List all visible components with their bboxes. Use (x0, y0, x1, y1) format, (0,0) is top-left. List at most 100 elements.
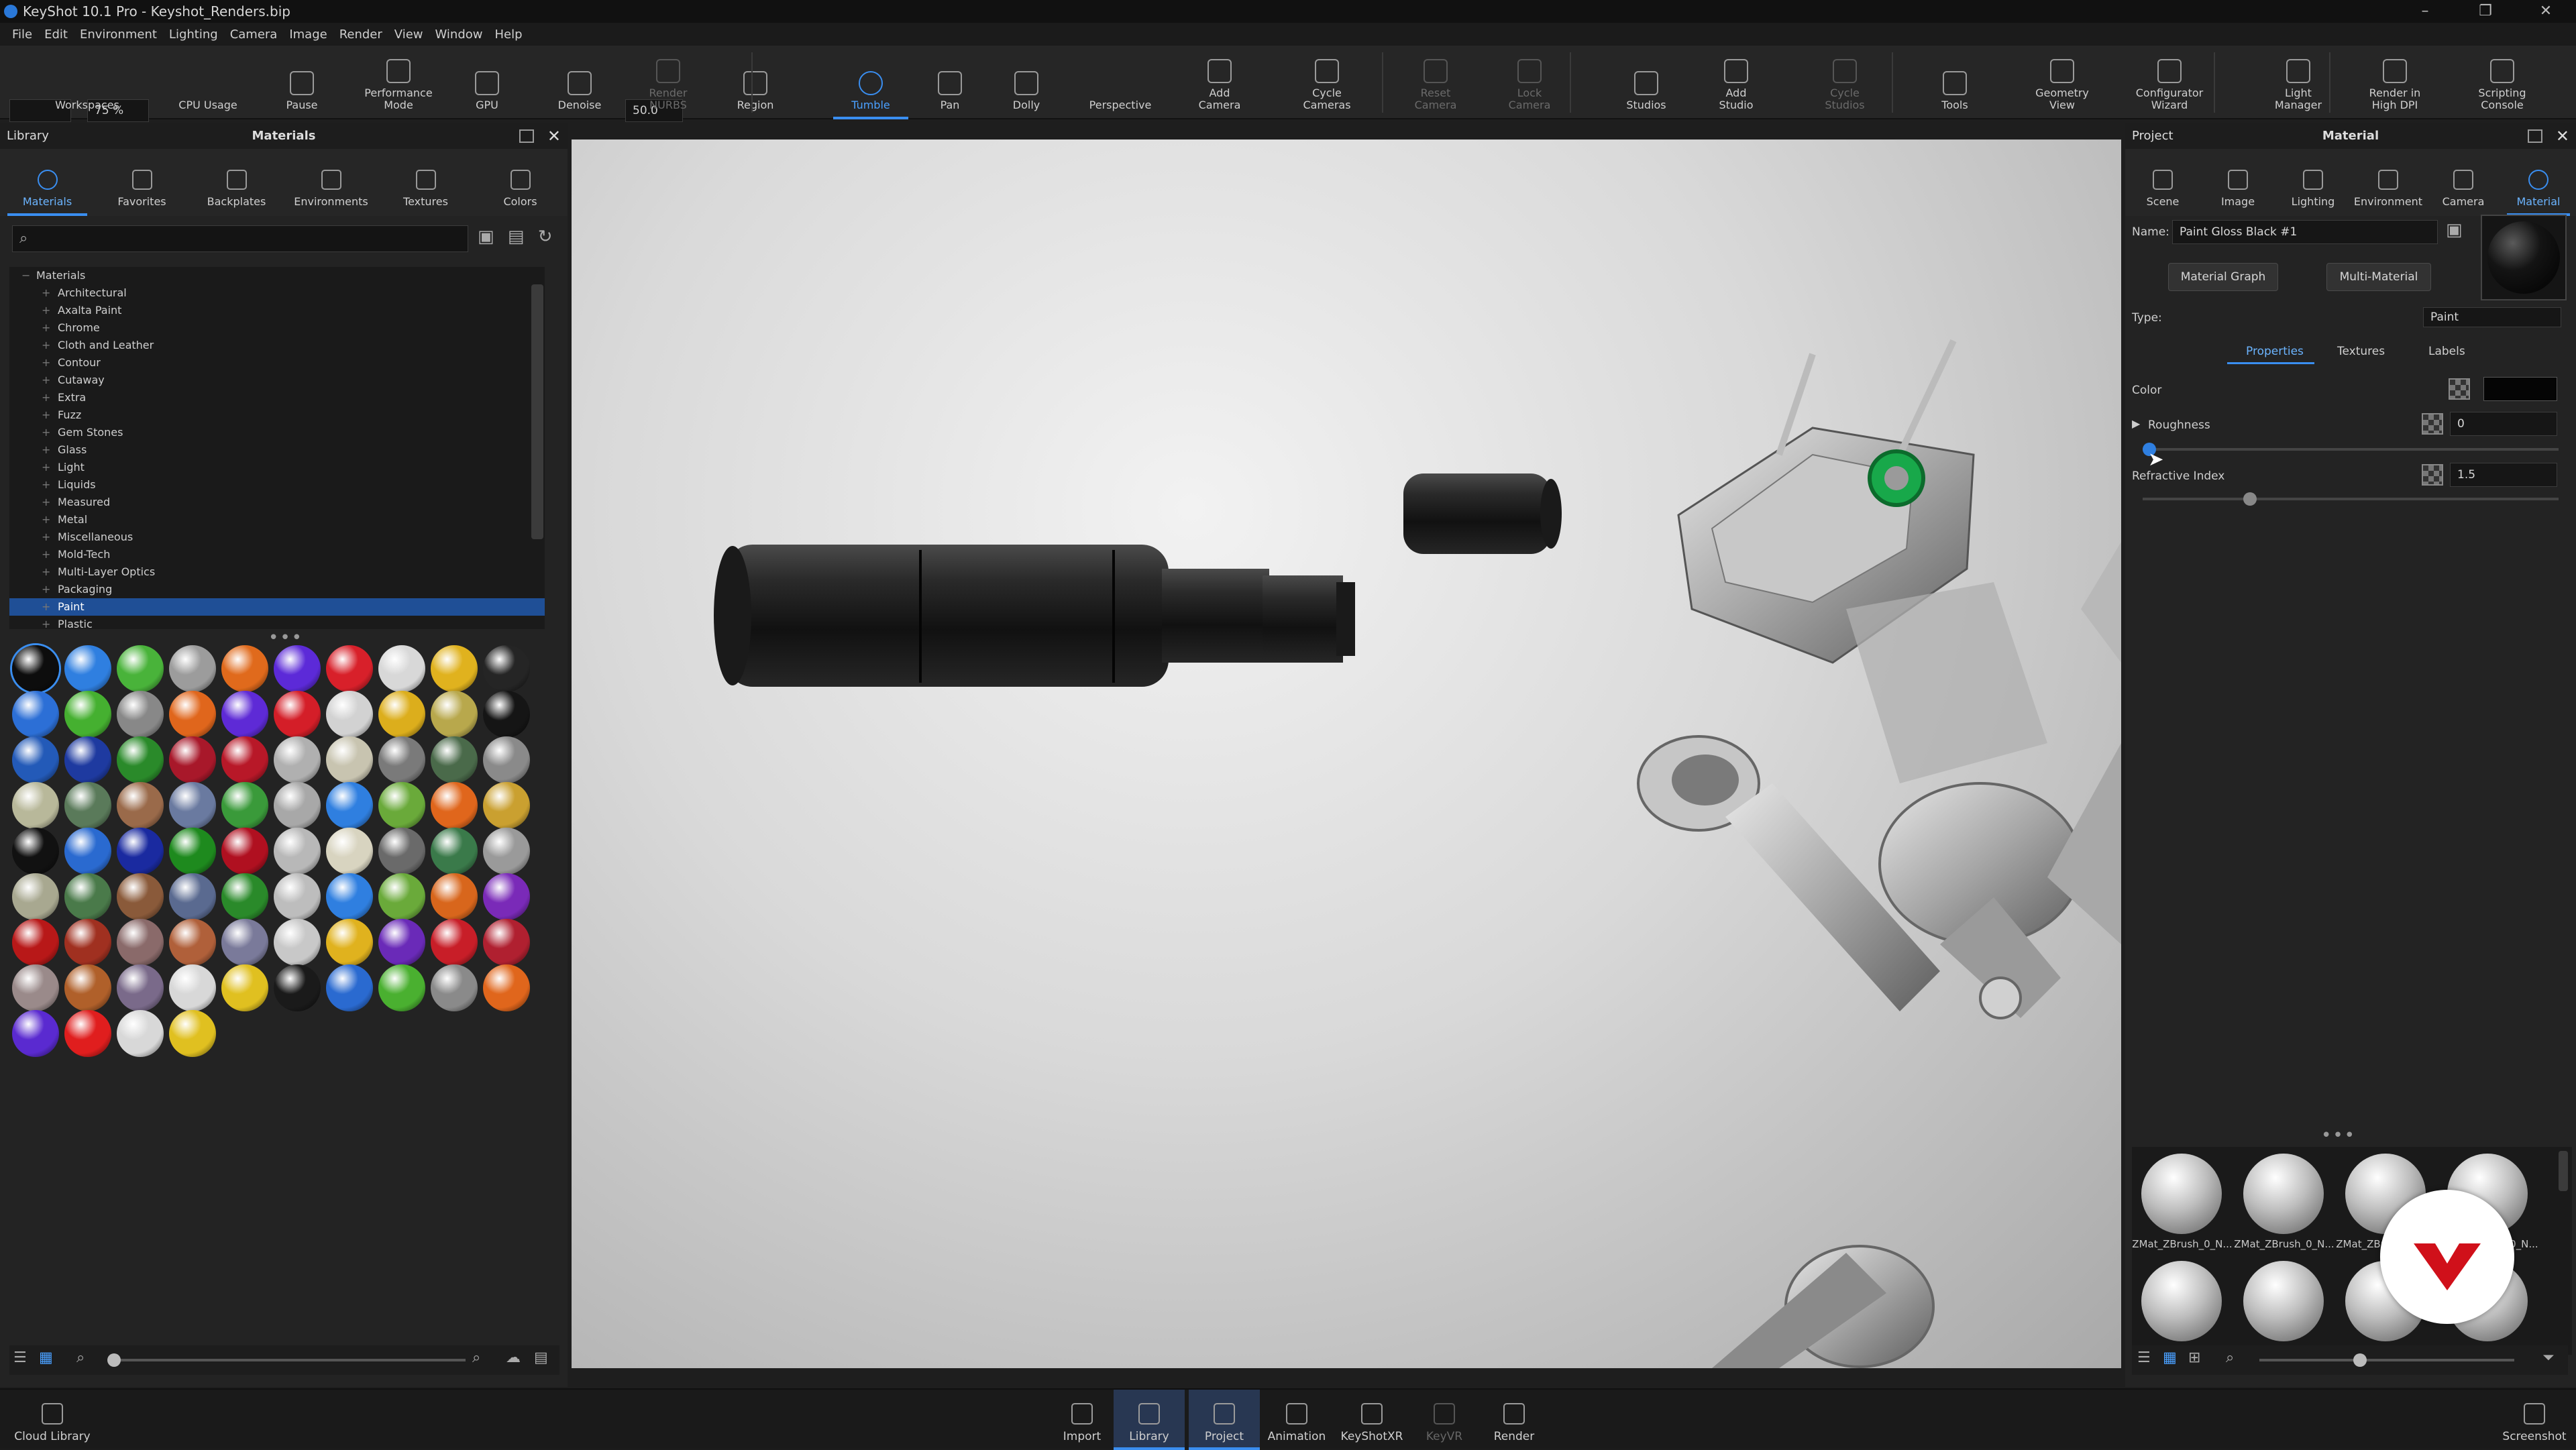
material-swatch[interactable] (431, 691, 478, 738)
tree-item-multi-layer-optics[interactable]: Multi-Layer Optics (9, 563, 545, 581)
menu-render[interactable]: Render (339, 27, 382, 42)
tree-item-paint[interactable]: Paint (9, 598, 545, 616)
toolbar-perspective-button[interactable]: Perspective (1073, 46, 1167, 119)
material-swatch[interactable] (431, 828, 478, 875)
tree-item-metal[interactable]: Metal (9, 511, 545, 528)
material-swatch[interactable] (12, 691, 59, 738)
toolbar-dolly-button[interactable]: Dolly (993, 46, 1060, 119)
toolbar-tools-button[interactable]: Tools (1921, 46, 1988, 119)
render-viewport[interactable] (572, 140, 2121, 1368)
material-swatch[interactable] (326, 964, 373, 1011)
material-swatch[interactable] (117, 828, 164, 875)
material-swatch[interactable] (64, 919, 111, 966)
material-swatch[interactable] (431, 736, 478, 783)
subtab-textures[interactable]: Textures (2337, 345, 2385, 358)
project-tab-scene[interactable]: Scene (2125, 149, 2200, 216)
tree-item-axalta-paint[interactable]: Axalta Paint (9, 302, 545, 319)
menu-environment[interactable]: Environment (80, 27, 157, 42)
toolbar-lock-camera-button[interactable]: Lock Camera (1489, 46, 1570, 119)
toolbar-denoise-button[interactable]: Denoise (539, 46, 620, 119)
material-swatch[interactable] (378, 828, 425, 875)
material-swatch[interactable] (64, 645, 111, 692)
material-swatch[interactable] (274, 964, 321, 1011)
material-swatch[interactable] (64, 828, 111, 875)
refractive-texture-icon[interactable] (2422, 464, 2443, 486)
ribbon-keyshotxr-button[interactable]: KeyShotXR (1336, 1390, 1407, 1450)
menu-help[interactable]: Help (495, 27, 523, 42)
material-swatch[interactable] (12, 964, 59, 1011)
tree-item-liquids[interactable]: Liquids (9, 476, 545, 494)
project-thumb-handle[interactable] (2353, 1353, 2367, 1367)
material-swatch[interactable] (117, 782, 164, 829)
material-swatch[interactable] (12, 645, 59, 692)
material-swatch[interactable] (169, 691, 216, 738)
material-swatch[interactable] (378, 782, 425, 829)
tree-item-measured[interactable]: Measured (9, 494, 545, 511)
material-swatch[interactable] (221, 828, 268, 875)
open-folder-icon[interactable]: ▤ (534, 1349, 548, 1366)
material-swatch[interactable] (274, 828, 321, 875)
material-swatch[interactable] (169, 645, 216, 692)
zoom-in-icon[interactable]: ⌕ (472, 1349, 480, 1366)
material-swatch[interactable] (64, 964, 111, 1011)
material-thumbnail[interactable] (2243, 1261, 2324, 1341)
material-swatch[interactable] (117, 873, 164, 920)
material-swatch[interactable] (431, 964, 478, 1011)
material-swatch[interactable] (378, 736, 425, 783)
material-swatch[interactable] (117, 1010, 164, 1057)
material-swatch[interactable] (64, 1010, 111, 1057)
roughness-slider[interactable] (2143, 443, 2559, 456)
material-swatch[interactable] (12, 736, 59, 783)
ribbon-project-button[interactable]: Project (1189, 1390, 1260, 1450)
menu-file[interactable]: File (12, 27, 32, 42)
material-swatch[interactable] (274, 736, 321, 783)
toolbar-tumble-button[interactable]: Tumble (824, 46, 918, 119)
material-swatch[interactable] (221, 964, 268, 1011)
material-swatch[interactable] (169, 919, 216, 966)
minimize-icon[interactable]: – (2395, 0, 2455, 23)
toolbar-geometry-view-button[interactable]: Geometry View (2015, 46, 2109, 119)
material-swatch[interactable] (169, 828, 216, 875)
screenshot-button[interactable]: Screenshot (2494, 1390, 2575, 1450)
menu-view[interactable]: View (394, 27, 423, 42)
expand-roughness-icon[interactable]: ▶ (2132, 417, 2140, 430)
tree-view-icon[interactable]: ⊞ (2188, 1349, 2200, 1366)
subtab-labels[interactable]: Labels (2428, 345, 2465, 358)
close-project-icon[interactable]: ✕ (2556, 123, 2569, 149)
zoom-out-icon[interactable]: ⌕ (76, 1349, 85, 1366)
roughness-input[interactable]: 0 (2450, 412, 2557, 436)
library-tab-environments[interactable]: Environments (284, 149, 378, 216)
material-swatch[interactable] (326, 919, 373, 966)
material-swatch[interactable] (64, 873, 111, 920)
tree-item-mold-tech[interactable]: Mold-Tech (9, 546, 545, 563)
material-swatch[interactable] (117, 645, 164, 692)
toolbar-pan-button[interactable]: Pan (920, 46, 979, 119)
add-folder-icon[interactable]: ▤ (508, 227, 525, 247)
material-swatch[interactable] (64, 782, 111, 829)
toolbar-gpu-button[interactable]: GPU (453, 46, 521, 119)
material-swatch[interactable] (431, 919, 478, 966)
refractive-index-slider[interactable] (2143, 492, 2559, 506)
material-swatch[interactable] (483, 736, 530, 783)
toolbar-cycle-cameras-button[interactable]: Cycle Cameras (1280, 46, 1374, 119)
roughness-texture-icon[interactable] (2422, 413, 2443, 435)
tree-item-cloth-and-leather[interactable]: Cloth and Leather (9, 337, 545, 354)
material-swatch[interactable] (431, 645, 478, 692)
material-swatch[interactable] (326, 873, 373, 920)
zoom-out-icon[interactable]: ⌕ (2226, 1349, 2234, 1366)
close-icon[interactable]: ✕ (2516, 0, 2576, 23)
refresh-icon[interactable]: ↻ (538, 227, 553, 247)
list-view-icon[interactable]: ☰ (13, 1349, 27, 1366)
tree-item-contour[interactable]: Contour (9, 354, 545, 372)
tree-item-gem-stones[interactable]: Gem Stones (9, 424, 545, 441)
material-type-select[interactable]: Paint (2423, 307, 2561, 327)
material-swatch[interactable] (274, 782, 321, 829)
material-swatch[interactable] (483, 691, 530, 738)
library-tab-materials[interactable]: Materials (0, 149, 95, 216)
thumbnail-size-slider[interactable] (110, 1359, 466, 1361)
material-swatch[interactable] (378, 964, 425, 1011)
folder-icon[interactable]: ▣ (478, 227, 494, 247)
material-swatch[interactable] (378, 873, 425, 920)
material-swatch[interactable] (12, 873, 59, 920)
material-swatch[interactable] (221, 691, 268, 738)
